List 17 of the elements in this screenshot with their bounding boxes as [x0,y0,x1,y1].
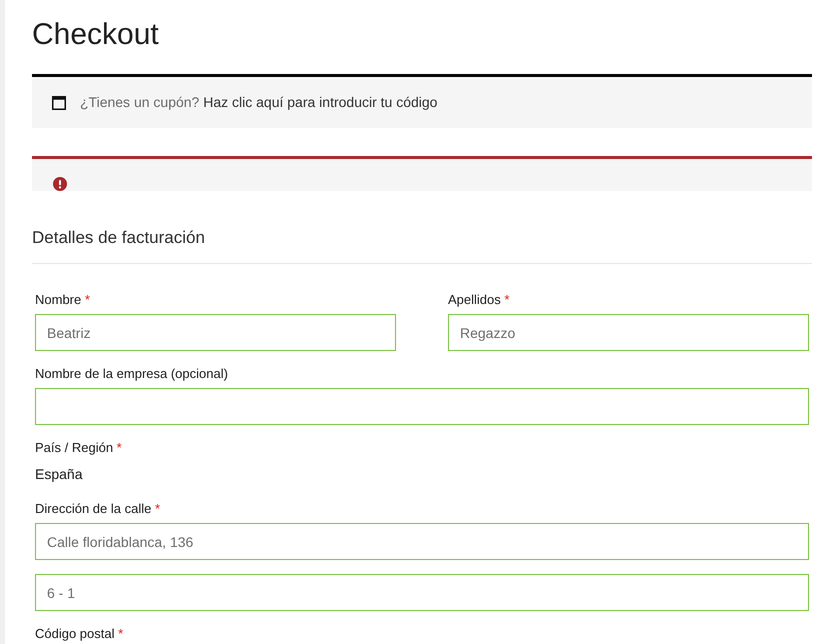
text-field[interactable]: Calle floridablanca, 136 [35,523,809,560]
field-label: Dirección de la calle * [35,500,160,518]
text-field[interactable]: 6 - 1 [35,574,809,611]
page-title: Checkout [32,17,159,53]
text-field[interactable]: Beatriz [35,314,396,351]
field-label: Nombre * [35,291,90,309]
window-icon [52,96,66,110]
text-field[interactable]: Regazzo [448,314,809,351]
field-label: País / Región * [35,439,122,457]
coupon-link[interactable]: Haz clic aquí para introducir tu código [203,94,438,110]
field-label: Apellidos * [448,291,510,309]
country-value: España [35,465,82,484]
notice-text: ¿Tienes un cupón? Haz clic aquí para introducir tu código [80,94,438,111]
section-heading: Detalles de facturación [32,226,812,264]
text-field[interactable] [35,388,809,425]
field-label: Nombre de la empresa (opcional) [35,365,228,383]
field-label: Código postal * [35,625,124,643]
